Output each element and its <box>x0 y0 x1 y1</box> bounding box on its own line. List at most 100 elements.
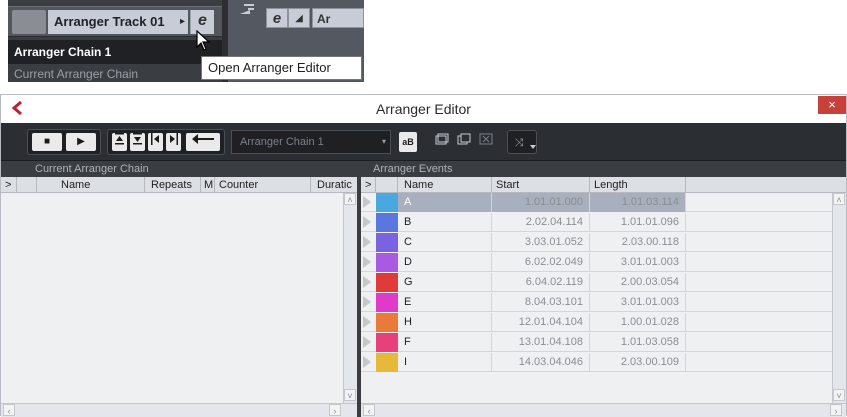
play-event-icon[interactable] <box>363 196 371 208</box>
event-name[interactable]: G <box>398 273 492 292</box>
event-start[interactable]: 1.01.01.000 <box>492 193 590 212</box>
event-start[interactable]: 2.02.04.114 <box>492 213 590 232</box>
previous-step-button[interactable] <box>130 133 145 151</box>
rename-chain-button[interactable]: aB <box>399 132 417 152</box>
event-row[interactable]: C 3.03.01.052 2.03.00.118 <box>361 233 832 252</box>
new-chain-icon[interactable] <box>433 132 451 152</box>
ruler-arranger-button[interactable]: Ar <box>312 8 364 28</box>
event-name[interactable]: E <box>398 293 492 312</box>
events-column-start[interactable]: Start <box>492 177 590 193</box>
event-length[interactable]: 2.03.00.118 <box>590 233 686 252</box>
title-bar: Arranger Editor × <box>1 95 846 123</box>
event-row[interactable]: E 8.04.03.101 3.01.01.003 <box>361 293 832 312</box>
event-color-swatch <box>376 293 398 312</box>
scroll-right-icon[interactable]: › <box>329 404 341 416</box>
track-control-area[interactable] <box>12 10 46 34</box>
current-arranger-chain-title: Current Arranger Chain <box>1 161 357 177</box>
scroll-left-icon[interactable]: ‹ <box>363 404 375 416</box>
go-to-start-button[interactable] <box>186 133 220 151</box>
chain-blank-column <box>17 177 37 193</box>
scroll-right-icon[interactable]: › <box>830 404 842 416</box>
scroll-up-icon[interactable]: ˄ <box>833 193 845 205</box>
event-length[interactable]: 1.01.03.058 <box>590 333 686 352</box>
next-step-button[interactable] <box>148 133 163 151</box>
chain-column-name[interactable]: Name <box>37 177 145 193</box>
event-start[interactable]: 13.01.04.108 <box>492 333 590 352</box>
event-length[interactable]: 1.01.03.114 <box>590 193 686 212</box>
ruler-edit-button[interactable]: e <box>266 8 288 28</box>
scroll-down-icon[interactable]: ˅ <box>344 389 356 401</box>
chain-column-repeats[interactable]: Repeats <box>145 177 201 193</box>
chain-horizontal-scrollbar[interactable]: ‹ › <box>1 403 357 417</box>
flatten-dropdown-icon[interactable] <box>530 145 536 149</box>
play-event-icon[interactable] <box>363 296 371 308</box>
chain-column-counter[interactable]: Counter <box>215 177 311 193</box>
arranger-track-name[interactable]: Arranger Track 01 <box>48 10 188 34</box>
event-row[interactable]: F 13.01.04.108 1.01.03.058 <box>361 333 832 352</box>
event-start[interactable]: 8.04.03.101 <box>492 293 590 312</box>
close-button[interactable]: × <box>818 96 846 114</box>
events-column-name[interactable]: Name <box>398 177 492 193</box>
track-expand-arrow-icon[interactable]: ▸ <box>180 10 190 34</box>
play-event-icon[interactable] <box>363 316 371 328</box>
play-button[interactable]: ▶ <box>66 133 96 151</box>
event-color-swatch <box>376 353 398 372</box>
event-name[interactable]: F <box>398 333 492 352</box>
event-row[interactable]: B 2.02.04.114 1.01.01.096 <box>361 213 832 232</box>
event-color-swatch <box>376 333 398 352</box>
event-name[interactable]: D <box>398 253 492 272</box>
duplicate-chain-icon[interactable] <box>455 132 473 152</box>
last-step-button[interactable] <box>166 133 181 151</box>
scroll-left-icon[interactable]: ‹ <box>3 404 15 416</box>
chain-expand-column[interactable]: > <box>1 177 17 193</box>
chain-column-duration[interactable]: Duratic <box>311 177 357 193</box>
event-name[interactable]: I <box>398 353 492 372</box>
first-step-button[interactable] <box>112 133 127 151</box>
event-length[interactable]: 1.01.01.096 <box>590 213 686 232</box>
scroll-down-icon[interactable]: ˅ <box>833 389 845 401</box>
chain-vertical-scrollbar[interactable]: ˄ ˅ <box>343 193 357 403</box>
chevron-down-icon[interactable]: ▾ <box>382 130 392 154</box>
play-event-icon[interactable] <box>363 276 371 288</box>
ruler-flag-button[interactable]: ◢ <box>288 8 310 28</box>
event-row[interactable]: A 1.01.01.000 1.01.03.114 <box>361 193 832 212</box>
play-event-icon[interactable] <box>363 236 371 248</box>
event-name[interactable]: A <box>398 193 492 212</box>
play-event-icon[interactable] <box>363 256 371 268</box>
play-event-icon[interactable] <box>363 356 371 368</box>
events-expand-column[interactable]: > <box>361 177 376 193</box>
event-length[interactable]: 2.00.03.054 <box>590 273 686 292</box>
event-length[interactable]: 3.01.01.003 <box>590 253 686 272</box>
event-length[interactable]: 1.00.01.028 <box>590 313 686 332</box>
stop-button[interactable]: ■ <box>32 133 62 151</box>
event-length[interactable]: 2.03.00.109 <box>590 353 686 372</box>
play-event-icon[interactable] <box>363 216 371 228</box>
event-name[interactable]: B <box>398 213 492 232</box>
mouse-cursor-icon <box>196 29 212 52</box>
arranger-chain-selector[interactable]: Arranger Chain 1 <box>8 40 222 64</box>
event-row[interactable]: D 6.02.02.049 3.01.01.003 <box>361 253 832 272</box>
event-row[interactable]: I 14.03.04.046 2.03.00.109 <box>361 353 832 372</box>
event-name[interactable]: C <box>398 233 492 252</box>
remove-chain-icon[interactable] <box>477 132 495 152</box>
event-start[interactable]: 14.03.04.046 <box>492 353 590 372</box>
event-row[interactable]: H 12.01.04.104 1.00.01.028 <box>361 313 832 332</box>
events-horizontal-scrollbar[interactable]: ‹ › <box>361 403 846 417</box>
arranger-chain-dropdown[interactable]: Arranger Chain 1 <box>231 130 391 154</box>
scroll-up-icon[interactable]: ˄ <box>344 193 356 205</box>
events-vertical-scrollbar[interactable]: ˄ ˅ <box>832 193 846 403</box>
event-color-swatch <box>376 253 398 272</box>
event-row[interactable]: G 6.04.02.119 2.00.03.054 <box>361 273 832 292</box>
flatten-group: ⤨ <box>507 130 537 154</box>
event-name[interactable]: H <box>398 313 492 332</box>
flatten-chain-icon[interactable]: ⤨ <box>510 133 528 153</box>
events-column-length[interactable]: Length <box>590 177 686 193</box>
event-start[interactable]: 12.01.04.104 <box>492 313 590 332</box>
event-start[interactable]: 3.03.01.052 <box>492 233 590 252</box>
event-start[interactable]: 6.04.02.119 <box>492 273 590 292</box>
chain-column-mode[interactable]: M <box>201 177 215 193</box>
play-event-icon[interactable] <box>363 336 371 348</box>
event-length[interactable]: 3.01.01.003 <box>590 293 686 312</box>
event-start[interactable]: 6.02.02.049 <box>492 253 590 272</box>
arranger-events-title: Arranger Events <box>361 161 846 177</box>
